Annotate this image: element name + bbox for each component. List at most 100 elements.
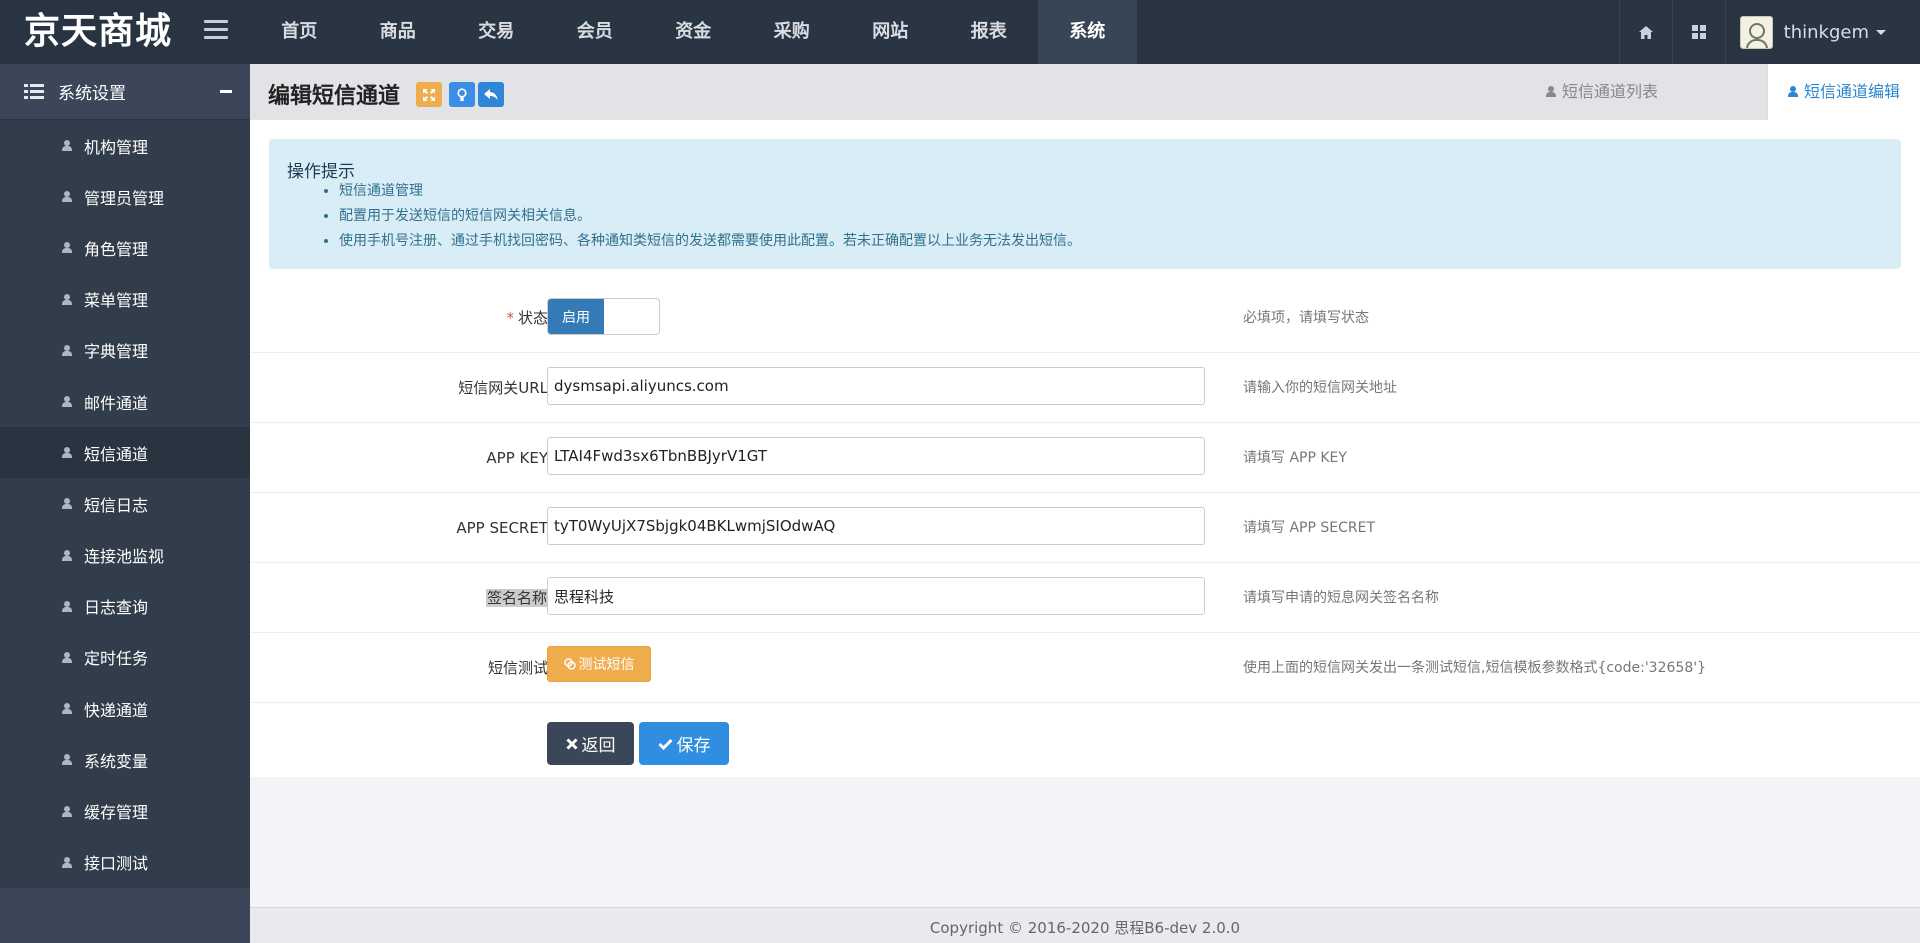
sidebar-item-vars[interactable]: 系统变量 [0, 734, 250, 785]
sidebar-item-label: 角色管理 [84, 239, 149, 259]
tab-label: 短信通道编辑 [1803, 82, 1900, 101]
tips-list: 短信通道管理 配置用于发送短信的短信网关相关信息。 使用手机号注册、通过手机找回… [339, 179, 1081, 254]
sign-name-hint: 请填写申请的短息网关签名名称 [1243, 590, 1439, 606]
test-sms-button[interactable]: 测试短信 [547, 646, 651, 682]
sidebar: 系统设置 机构管理 管理员管理 角色管理 菜单管理 字典管理 邮件通道 短信通道… [0, 64, 250, 943]
user-icon [62, 651, 72, 663]
user-icon [62, 344, 72, 356]
fullscreen-button[interactable] [416, 82, 442, 107]
sign-name-input[interactable] [547, 577, 1205, 615]
status-hint: 必填项，请填写状态 [1243, 310, 1369, 326]
sidebar-header[interactable]: 系统设置 [0, 64, 250, 120]
form-row-status: * 状态： 启用 必填项，请填写状态 [250, 283, 1920, 353]
user-icon [62, 498, 72, 510]
save-label: 保存 [676, 736, 711, 756]
nav-item-goods[interactable]: 商品 [349, 0, 448, 64]
nav-item-trade[interactable]: 交易 [447, 0, 546, 64]
sidebar-item-label: 接口测试 [84, 854, 149, 874]
user-icon [1545, 86, 1556, 97]
user-menu[interactable]: thinkgem [1724, 0, 1920, 64]
app-secret-input[interactable] [547, 507, 1205, 545]
sidebar-item-label: 快递通道 [84, 700, 149, 720]
gateway-url-hint: 请输入你的短信网关地址 [1243, 380, 1397, 396]
form-row-app-key: APP KEY： 请填写 APP KEY [250, 423, 1920, 493]
lightbulb-icon [457, 87, 467, 101]
sidebar-item-log[interactable]: 日志查询 [0, 581, 250, 632]
sidebar-item-cache[interactable]: 缓存管理 [0, 785, 250, 836]
list-icon [24, 83, 44, 100]
back-button[interactable]: 返回 [547, 722, 634, 765]
back-small-button[interactable] [478, 82, 504, 107]
sidebar-item-admin[interactable]: 管理员管理 [0, 171, 250, 222]
sidebar-item-api-test[interactable]: 接口测试 [0, 837, 250, 888]
menu-toggle-icon[interactable] [204, 20, 228, 44]
back-label: 返回 [581, 736, 616, 756]
user-icon [62, 703, 72, 715]
app-key-hint: 请填写 APP KEY [1243, 450, 1347, 466]
sidebar-item-label: 字典管理 [84, 342, 149, 362]
main-content: 编辑短信通道 短信通道列表 短信通道编辑 操作提示 短信通道管理 配置用于发送短… [250, 64, 1920, 943]
avatar [1739, 15, 1773, 49]
apps-button[interactable] [1671, 0, 1725, 64]
form-row-app-secret: APP SECRET： 请填写 APP SECRET [250, 493, 1920, 563]
nav-item-home[interactable]: 首页 [250, 0, 349, 64]
top-right-tools: thinkgem [1618, 0, 1920, 64]
tip-item: 短信通道管理 [339, 179, 1081, 204]
page-title: 编辑短信通道 [268, 84, 401, 109]
user-icon [62, 140, 72, 152]
save-button[interactable]: 保存 [639, 722, 729, 765]
tab-sms-channel-list[interactable]: 短信通道列表 [1526, 64, 1678, 120]
sidebar-item-org[interactable]: 机构管理 [0, 120, 250, 171]
nav-item-member[interactable]: 会员 [546, 0, 645, 64]
tip-item: 使用手机号注册、通过手机找回密码、各种通知类短信的发送都需要使用此配置。若未正确… [339, 229, 1081, 254]
user-icon [62, 396, 72, 408]
sidebar-item-label: 管理员管理 [84, 188, 165, 208]
nav-item-system[interactable]: 系统 [1038, 0, 1137, 64]
status-switch[interactable]: 启用 [547, 298, 660, 335]
user-icon [62, 447, 72, 459]
sidebar-item-job[interactable]: 定时任务 [0, 632, 250, 683]
nav-item-website[interactable]: 网站 [841, 0, 940, 64]
sidebar-item-sms-channel[interactable]: 短信通道 [0, 427, 250, 479]
user-icon [62, 600, 72, 612]
help-button[interactable] [449, 82, 475, 107]
sidebar-item-label: 短信日志 [84, 495, 149, 515]
sidebar-item-express[interactable]: 快递通道 [0, 683, 250, 734]
sign-name-label-text: 签名名称 [485, 589, 548, 607]
test-icon [563, 658, 576, 670]
tip-item: 配置用于发送短信的短信网关相关信息。 [339, 204, 1081, 229]
sidebar-item-menu[interactable]: 菜单管理 [0, 274, 250, 325]
form-row-sms-test: 短信测试： 测试短信 使用上面的短信网关发出一条测试短信,短信模板参数格式{co… [250, 633, 1920, 703]
caret-down-icon [1876, 29, 1886, 35]
sidebar-item-label: 缓存管理 [84, 803, 149, 823]
sidebar-item-mail[interactable]: 邮件通道 [0, 376, 250, 427]
app-key-input[interactable] [547, 437, 1205, 475]
home-icon [1638, 25, 1653, 39]
tips-box: 操作提示 短信通道管理 配置用于发送短信的短信网关相关信息。 使用手机号注册、通… [269, 139, 1901, 269]
sms-test-hint: 使用上面的短信网关发出一条测试短信,短信模板参数格式{code:'32658'} [1243, 660, 1706, 676]
user-icon [62, 549, 72, 561]
user-icon [62, 856, 72, 868]
user-icon [62, 754, 72, 766]
user-icon [1787, 86, 1798, 97]
sidebar-item-label: 机构管理 [84, 137, 149, 157]
sidebar-item-sms-log[interactable]: 短信日志 [0, 478, 250, 529]
nav-item-funds[interactable]: 资金 [644, 0, 743, 64]
tab-sms-channel-edit[interactable]: 短信通道编辑 [1766, 64, 1920, 120]
top-navbar: 京天商城 首页 商品 交易 会员 资金 采购 网站 报表 系统 thinkgem [0, 0, 1920, 64]
nav-item-purchase[interactable]: 采购 [743, 0, 842, 64]
reply-icon [484, 88, 498, 100]
sidebar-item-pool[interactable]: 连接池监视 [0, 530, 250, 581]
required-mark: * [506, 309, 514, 327]
gateway-url-input[interactable] [547, 367, 1205, 405]
form-row-gateway-url: 短信网关URL： 请输入你的短信网关地址 [250, 353, 1920, 423]
tab-label: 短信通道列表 [1561, 82, 1658, 101]
expand-icon [423, 88, 435, 101]
nav-item-reports[interactable]: 报表 [940, 0, 1039, 64]
sidebar-item-dict[interactable]: 字典管理 [0, 325, 250, 376]
sidebar-menu: 机构管理 管理员管理 角色管理 菜单管理 字典管理 邮件通道 短信通道 短信日志… [0, 120, 250, 888]
home-button[interactable] [1618, 0, 1672, 64]
sidebar-item-role[interactable]: 角色管理 [0, 222, 250, 273]
collapse-icon[interactable] [220, 90, 232, 93]
switch-on-label: 启用 [548, 299, 604, 334]
